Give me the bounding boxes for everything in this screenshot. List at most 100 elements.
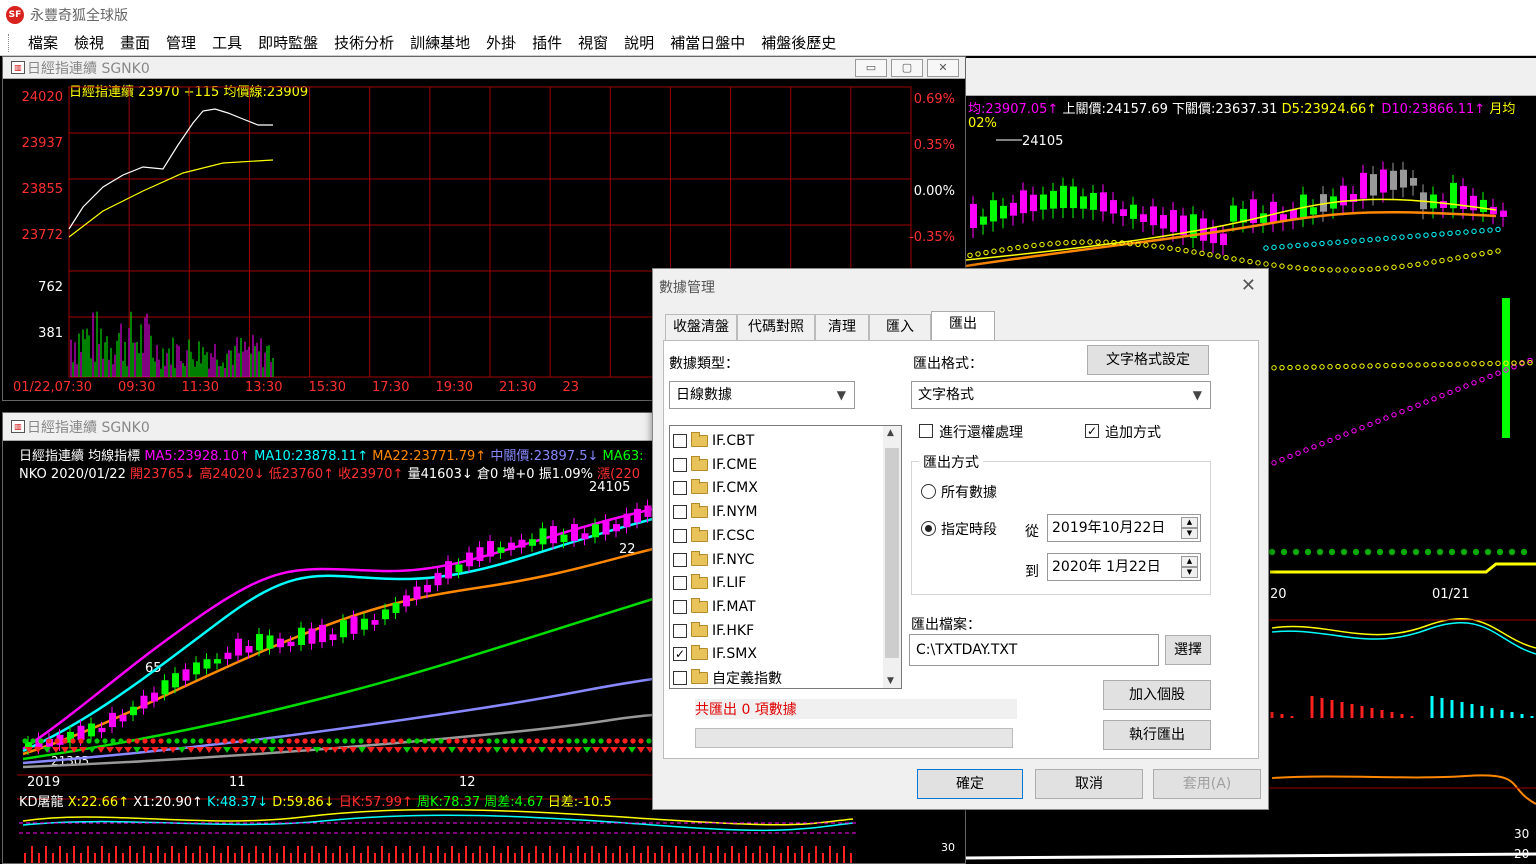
item-checkbox[interactable]: ✓ (673, 647, 687, 662)
chevron-down-icon[interactable]: ▼ (887, 676, 894, 686)
signal-dot (222, 738, 228, 744)
append-checkbox[interactable]: ✓ (1085, 424, 1099, 438)
to-date-picker[interactable]: 2020年 1月22日 ▲ ▼ (1047, 553, 1201, 581)
sar-dot (1287, 264, 1293, 270)
menu-addon[interactable]: 插件 (524, 32, 570, 53)
sar-dot (1447, 256, 1453, 262)
spin-up-icon[interactable]: ▲ (1181, 517, 1198, 528)
list-item[interactable]: IF.MAT (673, 596, 756, 618)
spin-up-icon[interactable]: ▲ (1181, 556, 1198, 567)
menu-help[interactable]: 說明 (616, 32, 662, 53)
cancel-button[interactable]: 取消 (1035, 769, 1143, 799)
candle-body (434, 572, 442, 586)
folder-icon (691, 479, 708, 495)
item-checkbox[interactable] (673, 528, 687, 543)
export-format-select[interactable]: 文字格式 ▼ (911, 381, 1211, 409)
list-item[interactable]: ✓ IF.SMX (673, 643, 757, 665)
signal-dot (134, 738, 140, 744)
item-checkbox[interactable] (673, 481, 687, 496)
list-item[interactable]: IF.CME (673, 454, 757, 476)
menu-technical[interactable]: 技術分析 (326, 32, 402, 53)
sar-dot (1415, 261, 1421, 267)
candle-body (298, 627, 305, 645)
sar-dot-cyan (1303, 242, 1309, 248)
menu-plugin[interactable]: 外掛 (478, 32, 524, 53)
menu-screen[interactable]: 畫面 (112, 32, 158, 53)
menu-manage[interactable]: 管理 (158, 32, 204, 53)
menu-tools[interactable]: 工具 (204, 32, 250, 53)
from-date-picker[interactable]: 2019年10月22日 ▲ ▼ (1047, 514, 1201, 542)
chevron-up-icon[interactable]: ▲ (887, 428, 894, 438)
signal-triangle (538, 747, 546, 753)
sar-dot (983, 249, 989, 256)
tab-export[interactable]: 匯出 (931, 311, 995, 341)
rights-checkbox[interactable] (919, 424, 933, 438)
folder-icon (691, 550, 708, 566)
export-file-input[interactable]: C:\TXTDAY.TXT (909, 634, 1159, 666)
sar-dot-yellow (1367, 363, 1373, 369)
tab-close-clear[interactable]: 收盤清盤 (665, 314, 737, 340)
signal-triangle (475, 747, 483, 753)
text-format-settings-button[interactable]: 文字格式設定 (1087, 345, 1209, 375)
tab-code-map[interactable]: 代碼對照 (737, 314, 815, 340)
list-item[interactable]: IF.LIF (673, 572, 746, 594)
item-checkbox[interactable] (673, 434, 687, 448)
scroll-thumb[interactable] (885, 448, 899, 658)
menu-training[interactable]: 訓練基地 (402, 32, 478, 53)
item-checkbox[interactable] (673, 671, 687, 685)
period-radio[interactable] (921, 521, 936, 536)
list-item[interactable]: IF.CBT (673, 430, 754, 452)
item-checkbox[interactable] (673, 599, 687, 614)
source-list[interactable]: IF.CBT IF.CME IF.CMX IF.NYM IF.CSC IF.NYC IF.L… (669, 425, 902, 689)
sar-dot (1095, 239, 1101, 245)
menu-view[interactable]: 檢視 (66, 32, 112, 53)
menu-monitor[interactable]: 即時監盤 (250, 32, 326, 53)
ok-button[interactable]: 確定 (917, 769, 1023, 799)
menu-intraday[interactable]: 補當日盤中 (662, 32, 753, 53)
list-item[interactable]: IF.NYC (673, 549, 754, 571)
run-export-button[interactable]: 執行匯出 (1103, 720, 1211, 750)
list-item[interactable]: IF.HKF (673, 620, 754, 642)
add-stock-button[interactable]: 加入個股 (1103, 680, 1211, 710)
minimize-button[interactable]: ▭ (855, 59, 887, 77)
data-type-select[interactable]: 日線數據 ▼ (669, 381, 855, 409)
list-item[interactable]: IF.NYM (673, 501, 758, 523)
kd-daydiff: 日差:-10.5 (547, 795, 612, 810)
candle-body (1040, 194, 1047, 210)
menu-file[interactable]: 檔案 (20, 32, 66, 53)
sar-dot (1063, 240, 1069, 246)
sar-dot-cyan (1279, 244, 1285, 250)
list-item[interactable]: IF.CSC (673, 525, 755, 547)
apply-button[interactable]: 套用(A) (1153, 769, 1261, 799)
item-checkbox[interactable] (673, 623, 687, 638)
sar-dot-pink (1311, 444, 1317, 450)
export-progress-bar (695, 728, 1013, 748)
choose-file-button[interactable]: 選擇 (1165, 635, 1211, 665)
all-data-radio[interactable] (921, 484, 936, 499)
close-icon[interactable]: ✕ (1241, 275, 1256, 296)
tab-clean[interactable]: 清理 (815, 314, 869, 340)
list-item[interactable]: IF.CMX (673, 477, 758, 499)
close-button[interactable]: ✕ (927, 59, 959, 77)
item-checkbox[interactable] (673, 552, 687, 567)
spin-down-icon[interactable]: ▼ (1181, 528, 1198, 539)
spin-down-icon[interactable]: ▼ (1181, 567, 1198, 578)
signal-dot (182, 738, 188, 744)
item-checkbox[interactable] (673, 576, 687, 591)
maximize-button[interactable]: ▢ (891, 59, 923, 77)
sar-dot-pink (1471, 380, 1477, 386)
item-checkbox[interactable] (673, 457, 687, 472)
list-scrollbar[interactable]: ▲ ▼ (883, 426, 901, 688)
menu-history[interactable]: 補盤後歷史 (753, 32, 844, 53)
candle-body (1260, 213, 1267, 223)
candle-body (161, 680, 169, 695)
item-checkbox[interactable] (673, 505, 687, 520)
kd-x: X:22.66↑ (67, 795, 130, 810)
list-item[interactable]: 自定義指數 (673, 667, 782, 688)
menu-window[interactable]: 視窗 (570, 32, 616, 53)
signal-dot (126, 738, 132, 744)
signal-dot (278, 738, 284, 744)
volume-tick-label: 762 (38, 280, 63, 295)
tab-import[interactable]: 匯入 (869, 314, 931, 340)
win3-high-label: 24105 (1022, 134, 1063, 149)
